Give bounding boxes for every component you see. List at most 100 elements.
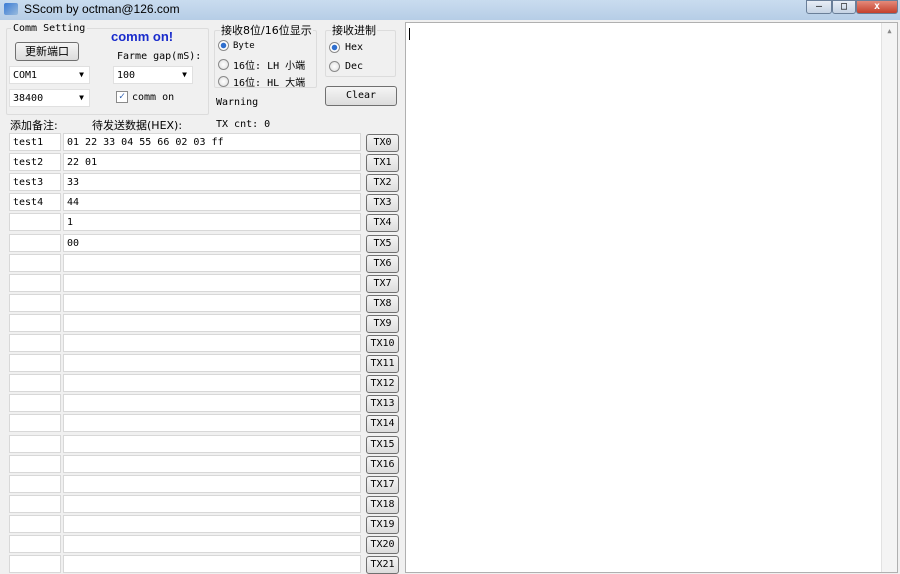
note-input[interactable]	[9, 273, 61, 292]
chevron-down-icon: ▼	[79, 93, 84, 102]
send-data-input[interactable]	[63, 293, 361, 312]
tx-button[interactable]: TX19	[366, 515, 399, 534]
display-mode-option[interactable]: Byte	[218, 40, 255, 51]
baud-value: 38400	[13, 93, 44, 104]
note-input[interactable]	[9, 213, 61, 232]
send-data-input[interactable]: 01 22 33 04 55 66 02 03 ff	[63, 133, 361, 151]
tx-button[interactable]: TX7	[366, 274, 399, 293]
note-input[interactable]: test2	[9, 153, 61, 172]
send-data-input[interactable]: 00	[63, 233, 361, 252]
send-data-input[interactable]	[63, 535, 361, 553]
scroll-up-arrow-icon[interactable]: ▲	[882, 27, 897, 35]
radix-option[interactable]: Dec	[329, 61, 363, 72]
send-data-input[interactable]	[63, 394, 361, 413]
radio-button[interactable]	[329, 61, 340, 72]
note-input[interactable]	[9, 293, 61, 312]
tx-button[interactable]: TX17	[366, 475, 399, 494]
tx-button[interactable]: TX16	[366, 455, 399, 474]
tx-button[interactable]: TX11	[366, 355, 399, 374]
frame-gap-select[interactable]: 100 ▼	[113, 66, 193, 84]
tx-button[interactable]: TX8	[366, 294, 399, 313]
note-input[interactable]	[9, 434, 61, 453]
send-data-input[interactable]	[63, 273, 361, 292]
comm-on-checkbox[interactable]: ✓	[116, 91, 128, 103]
receive-textarea[interactable]: ▲	[405, 22, 898, 573]
port-select[interactable]: COM1 ▼	[9, 66, 90, 84]
note-input[interactable]	[9, 313, 61, 332]
clear-button[interactable]: Clear	[325, 86, 397, 106]
option-label: Byte	[233, 40, 255, 51]
note-input[interactable]	[9, 414, 61, 433]
note-input[interactable]	[9, 354, 61, 373]
send-data-input[interactable]: 1	[63, 213, 361, 232]
radio-button[interactable]	[218, 59, 229, 70]
send-data-input[interactable]	[63, 434, 361, 453]
tx-button[interactable]: TX21	[366, 556, 399, 574]
display-mode-option[interactable]: 16位: HL 大端	[218, 74, 305, 89]
send-data-input[interactable]	[63, 454, 361, 473]
send-data-input[interactable]	[63, 253, 361, 272]
tx-button[interactable]: TX10	[366, 335, 399, 353]
send-data-input[interactable]: 33	[63, 173, 361, 192]
display-mode-title: 接收8位/16位显示	[220, 22, 313, 38]
title-bar: SScom by octman@126.com – □ x	[0, 0, 900, 20]
send-data-input[interactable]	[63, 474, 361, 493]
tx-button[interactable]: TX15	[366, 435, 399, 454]
tx-button[interactable]: TX0	[366, 134, 399, 152]
tx-button[interactable]: TX4	[366, 214, 399, 233]
note-input[interactable]	[9, 494, 61, 513]
note-input[interactable]: test4	[9, 193, 61, 212]
note-input[interactable]: test3	[9, 173, 61, 192]
note-input[interactable]	[9, 535, 61, 553]
note-input[interactable]	[9, 253, 61, 272]
display-mode-option[interactable]: 16位: LH 小端	[218, 57, 305, 72]
note-input[interactable]	[9, 555, 61, 574]
tx-button[interactable]: TX18	[366, 495, 399, 514]
tx-button[interactable]: TX5	[366, 234, 399, 253]
data-header: 待发送数据(HEX):	[92, 119, 183, 132]
option-label: Dec	[345, 61, 364, 72]
tx-button[interactable]: TX12	[366, 375, 399, 394]
minimize-button[interactable]: –	[806, 0, 832, 14]
note-input[interactable]	[9, 233, 61, 252]
send-data-input[interactable]	[63, 313, 361, 332]
maximize-button[interactable]: □	[832, 0, 856, 14]
note-input[interactable]: test1	[9, 133, 61, 151]
frame-gap-value: 100	[117, 70, 136, 81]
tx-button[interactable]: TX2	[366, 174, 399, 193]
text-cursor	[409, 28, 410, 40]
send-data-input[interactable]: 22 01	[63, 153, 361, 172]
baud-select[interactable]: 38400 ▼	[9, 89, 90, 107]
send-data-input[interactable]	[63, 494, 361, 513]
note-input[interactable]	[9, 394, 61, 413]
send-data-input[interactable]	[63, 514, 361, 533]
radio-button[interactable]	[218, 40, 229, 51]
send-data-input[interactable]	[63, 354, 361, 373]
tx-button[interactable]: TX14	[366, 415, 399, 434]
tx-button[interactable]: TX9	[366, 314, 399, 333]
option-label: Hex	[345, 42, 364, 53]
send-data-input[interactable]: 44	[63, 193, 361, 212]
radio-button[interactable]	[329, 42, 340, 53]
note-input[interactable]	[9, 334, 61, 352]
tx-button[interactable]: TX3	[366, 194, 399, 213]
comm-on-label: comm on	[132, 92, 175, 103]
radix-option[interactable]: Hex	[329, 42, 363, 53]
app-icon	[4, 3, 18, 15]
send-data-input[interactable]	[63, 555, 361, 574]
note-input[interactable]	[9, 474, 61, 493]
note-input[interactable]	[9, 454, 61, 473]
tx-button[interactable]: TX20	[366, 536, 399, 554]
send-data-input[interactable]	[63, 414, 361, 433]
send-data-input[interactable]	[63, 374, 361, 393]
close-button[interactable]: x	[856, 0, 898, 14]
send-data-input[interactable]	[63, 334, 361, 352]
radio-button[interactable]	[218, 76, 229, 87]
note-input[interactable]	[9, 374, 61, 393]
tx-button[interactable]: TX1	[366, 154, 399, 173]
tx-button[interactable]: TX13	[366, 395, 399, 414]
refresh-port-button[interactable]: 更新端口	[15, 42, 79, 61]
vertical-scrollbar[interactable]: ▲	[881, 23, 897, 572]
note-input[interactable]	[9, 514, 61, 533]
tx-button[interactable]: TX6	[366, 254, 399, 273]
